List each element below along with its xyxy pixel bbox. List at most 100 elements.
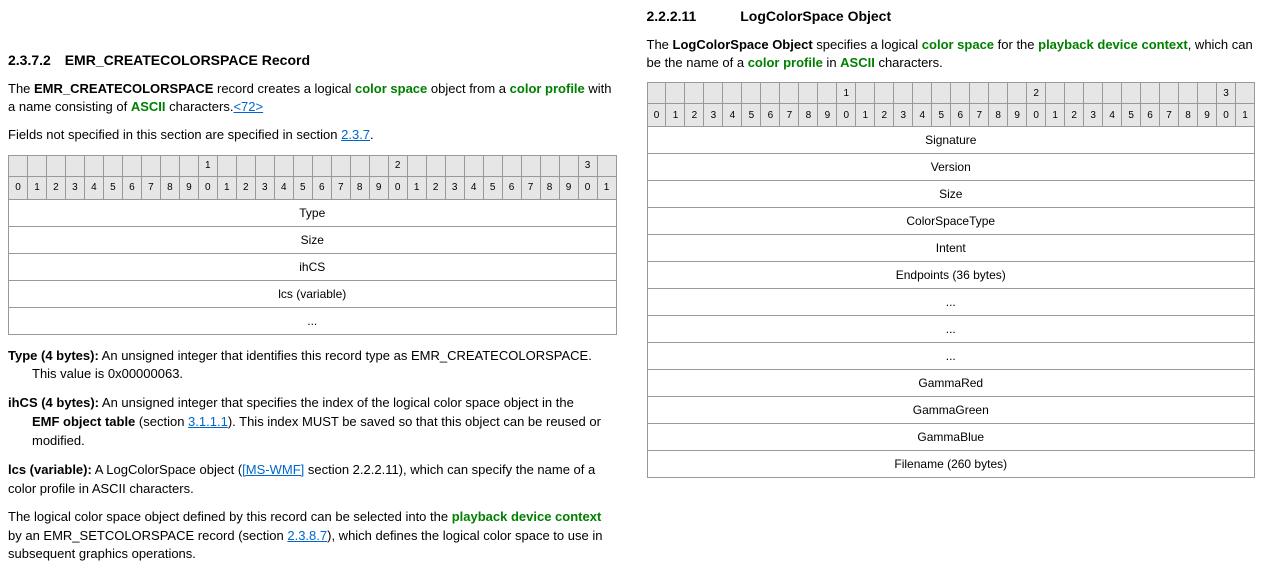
- text: by an EMR_SETCOLORSPACE record (section: [8, 528, 287, 543]
- text: A LogColorSpace object (: [92, 462, 242, 477]
- fields-not-specified: Fields not specified in this section are…: [8, 126, 617, 144]
- bit-ones-cell: 5: [1122, 104, 1141, 127]
- bit-tens-cell: 2: [388, 155, 407, 176]
- bit-ones-cell: 9: [369, 176, 388, 199]
- bit-tens-cell: [799, 83, 818, 104]
- layout-row: GammaGreen: [647, 397, 1255, 424]
- bit-ones-cell: 0: [9, 176, 28, 199]
- bit-ones-cell: 0: [578, 176, 597, 199]
- bit-tens-cell: [970, 83, 989, 104]
- text: specifies a logical: [813, 37, 922, 52]
- section-link-237[interactable]: 2.3.7: [341, 127, 370, 142]
- bit-tens-cell: [1046, 83, 1065, 104]
- layout-field-cell: ...: [647, 343, 1255, 370]
- bit-tens-cell: [559, 155, 578, 176]
- bit-ones-cell: 9: [1008, 104, 1027, 127]
- bit-tens-cell: [951, 83, 970, 104]
- bit-tens-cell: [704, 83, 723, 104]
- footnote-link-72[interactable]: <72>: [233, 99, 263, 114]
- bit-ones-cell: 1: [856, 104, 875, 127]
- text: This value is 0x00000063.: [8, 365, 617, 384]
- bit-ones-cell: 7: [521, 176, 540, 199]
- bit-ones-cell: 7: [970, 104, 989, 127]
- bit-header-ones: 01234567890123456789012345678901: [647, 104, 1255, 127]
- layout-row: Signature: [647, 127, 1255, 154]
- layout-field-cell: Version: [647, 154, 1255, 181]
- bit-ones-cell: 3: [1084, 104, 1103, 127]
- bit-ones-cell: 6: [1141, 104, 1160, 127]
- bit-ones-cell: 8: [799, 104, 818, 127]
- bit-ones-cell: 1: [1046, 104, 1065, 127]
- bit-tens-cell: [293, 155, 312, 176]
- bit-tens-cell: [761, 83, 780, 104]
- bit-ones-cell: 7: [331, 176, 350, 199]
- bit-ones-cell: 9: [179, 176, 198, 199]
- bit-ones-cell: 0: [837, 104, 856, 127]
- layout-row: ...: [9, 307, 617, 334]
- text: record creates a logical: [213, 81, 355, 96]
- bit-tens-cell: [483, 155, 502, 176]
- bit-ones-cell: 2: [1065, 104, 1084, 127]
- term-emf-object-table: EMF object table: [32, 414, 135, 429]
- layout-row: Type: [9, 199, 617, 226]
- bit-ones-cell: 5: [293, 176, 312, 199]
- ref-link-mswmf[interactable]: [MS-WMF]: [242, 462, 304, 477]
- bit-tens-cell: [521, 155, 540, 176]
- layout-row: ...: [647, 343, 1255, 370]
- bit-tens-cell: [445, 155, 464, 176]
- bit-ones-cell: 6: [761, 104, 780, 127]
- section-title: LogColorSpace Object: [740, 8, 891, 24]
- left-column: 2.3.7.2 EMR_CREATECOLORSPACE Record The …: [8, 8, 617, 573]
- bit-tens-cell: 2: [1027, 83, 1046, 104]
- field-desc-lcs: lcs (variable): A LogColorSpace object (…: [8, 461, 617, 499]
- layout-row: Version: [647, 154, 1255, 181]
- bit-ones-cell: 8: [160, 176, 179, 199]
- section-link-3111[interactable]: 3.1.1.1: [188, 414, 228, 429]
- text: for the: [994, 37, 1038, 52]
- layout-row: Size: [9, 226, 617, 253]
- bit-tens-cell: [1160, 83, 1179, 104]
- layout-field-cell: ...: [9, 307, 617, 334]
- term-ascii: ASCII: [131, 99, 166, 114]
- bit-tens-cell: [217, 155, 236, 176]
- layout-field-cell: GammaGreen: [647, 397, 1255, 424]
- bit-ones-cell: 8: [540, 176, 559, 199]
- bit-tens-cell: [312, 155, 331, 176]
- bit-ones-cell: 7: [780, 104, 799, 127]
- bit-tens-cell: [331, 155, 350, 176]
- layout-field-cell: Size: [9, 226, 617, 253]
- bit-tens-cell: [407, 155, 426, 176]
- bit-tens-cell: [122, 155, 141, 176]
- closing-paragraph: The logical color space object defined b…: [8, 508, 617, 563]
- bit-tens-cell: [502, 155, 521, 176]
- bit-ones-cell: 7: [141, 176, 160, 199]
- bit-tens-cell: [1179, 83, 1198, 104]
- layout-row: Endpoints (36 bytes): [647, 262, 1255, 289]
- layout-row: Intent: [647, 235, 1255, 262]
- layout-field-cell: GammaRed: [647, 370, 1255, 397]
- bit-ones-cell: 0: [388, 176, 407, 199]
- bit-tens-cell: [9, 155, 28, 176]
- text: characters.: [875, 55, 943, 70]
- bit-ones-cell: 9: [818, 104, 837, 127]
- bit-tens-cell: [856, 83, 875, 104]
- bit-ones-cell: 9: [559, 176, 578, 199]
- section-heading-right: 2.2.2.11 LogColorSpace Object: [647, 8, 1256, 24]
- bit-ones-cell: 0: [1027, 104, 1046, 127]
- bit-ones-cell: 2: [46, 176, 65, 199]
- bit-tens-cell: [1141, 83, 1160, 104]
- bit-tens-cell: [255, 155, 274, 176]
- section-link-2387[interactable]: 2.3.8.7: [287, 528, 327, 543]
- bit-tens-cell: [426, 155, 445, 176]
- section-number: 2.3.7.2: [8, 52, 51, 68]
- layout-field-cell: Size: [647, 181, 1255, 208]
- bit-tens-cell: [685, 83, 704, 104]
- section-heading-left: 2.3.7.2 EMR_CREATECOLORSPACE Record: [8, 52, 617, 68]
- layout-row: GammaRed: [647, 370, 1255, 397]
- text: The: [8, 81, 34, 96]
- bit-ones-cell: 6: [502, 176, 521, 199]
- layout-row: ...: [647, 289, 1255, 316]
- bit-header-tens: 123: [9, 155, 617, 176]
- bit-ones-cell: 1: [407, 176, 426, 199]
- layout-field-cell: Endpoints (36 bytes): [647, 262, 1255, 289]
